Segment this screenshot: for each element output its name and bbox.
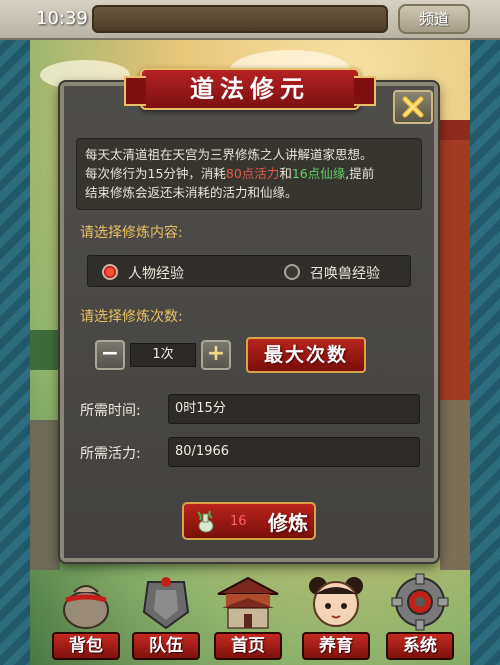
nav-team-label: 队伍 xyxy=(132,632,200,660)
palace-icon xyxy=(217,576,279,629)
child-icon xyxy=(309,577,363,627)
nav-bag-label: 背包 xyxy=(52,632,120,660)
radio-character-exp[interactable] xyxy=(102,264,118,280)
vitality-label: 所需活力: xyxy=(80,446,141,462)
close-icon xyxy=(402,96,424,118)
nav-system[interactable]: 系统 xyxy=(380,570,460,665)
select-count-label: 请选择修炼次数: xyxy=(80,309,183,325)
nav-team[interactable]: 队伍 xyxy=(126,570,206,665)
immortal-cost-highlight: 16点仙缘 xyxy=(291,166,346,181)
bag-icon xyxy=(63,585,109,629)
quantity-field[interactable]: 1次 xyxy=(130,343,196,367)
description-line-3: 结束修炼会返还未消耗的活力和仙缘。 xyxy=(85,185,298,200)
vitality-value: 80/1966 xyxy=(168,437,420,467)
nav-bag[interactable]: 背包 xyxy=(46,570,126,665)
nav-home-label: 首页 xyxy=(214,632,282,660)
right-border xyxy=(470,0,500,665)
dialog-title: 道法修元 xyxy=(124,68,376,110)
radio-label-summon-exp[interactable]: 召唤兽经验 xyxy=(310,263,380,283)
nav-system-label: 系统 xyxy=(386,632,454,660)
channel-button[interactable]: 频道 xyxy=(398,4,470,34)
vitality-cost-highlight: 80点活力 xyxy=(225,166,280,181)
max-count-button[interactable]: 最大次数 xyxy=(246,337,366,373)
nav-home[interactable]: 首页 xyxy=(208,570,288,665)
gear-icon xyxy=(391,573,449,631)
nav-nurture[interactable]: 养育 xyxy=(296,570,376,665)
minus-button[interactable]: − xyxy=(95,340,125,370)
description-line-2: 每次修行为15分钟，消耗80点活力和16点仙缘,提前 xyxy=(85,166,375,181)
gourd-bottle-icon xyxy=(197,510,214,533)
top-status-bar: 10:39 频道 xyxy=(0,0,500,40)
radio-summon-exp[interactable] xyxy=(284,264,300,280)
cultivate-label: 修炼 xyxy=(268,511,308,535)
nav-nurture-label: 养育 xyxy=(302,632,370,660)
bottom-nav: 背包 队伍 首页 养育 系统 xyxy=(0,570,500,665)
time-label: 所需时间: xyxy=(80,403,141,419)
left-border xyxy=(0,0,30,665)
description-box: 每天太清道祖在天宫为三界修炼之人讲解道家思想。 每次修行为15分钟，消耗80点活… xyxy=(76,138,422,210)
chat-bar[interactable] xyxy=(92,5,388,33)
description-line-1: 每天太清道祖在天宫为三界修炼之人讲解道家思想。 xyxy=(85,147,373,162)
team-shield-icon xyxy=(142,577,190,630)
time-value: 0时15分 xyxy=(168,394,420,424)
plus-button[interactable]: + xyxy=(201,340,231,370)
select-content-label: 请选择修炼内容: xyxy=(80,225,183,241)
radio-label-character-exp[interactable]: 人物经验 xyxy=(128,263,184,283)
content-radio-group: 人物经验 召唤兽经验 xyxy=(87,255,411,287)
close-button[interactable] xyxy=(393,90,433,124)
cultivate-button[interactable]: 16 修炼 xyxy=(182,502,316,540)
clock: 10:39 xyxy=(36,8,88,29)
cultivate-cost: 16 xyxy=(230,514,247,529)
